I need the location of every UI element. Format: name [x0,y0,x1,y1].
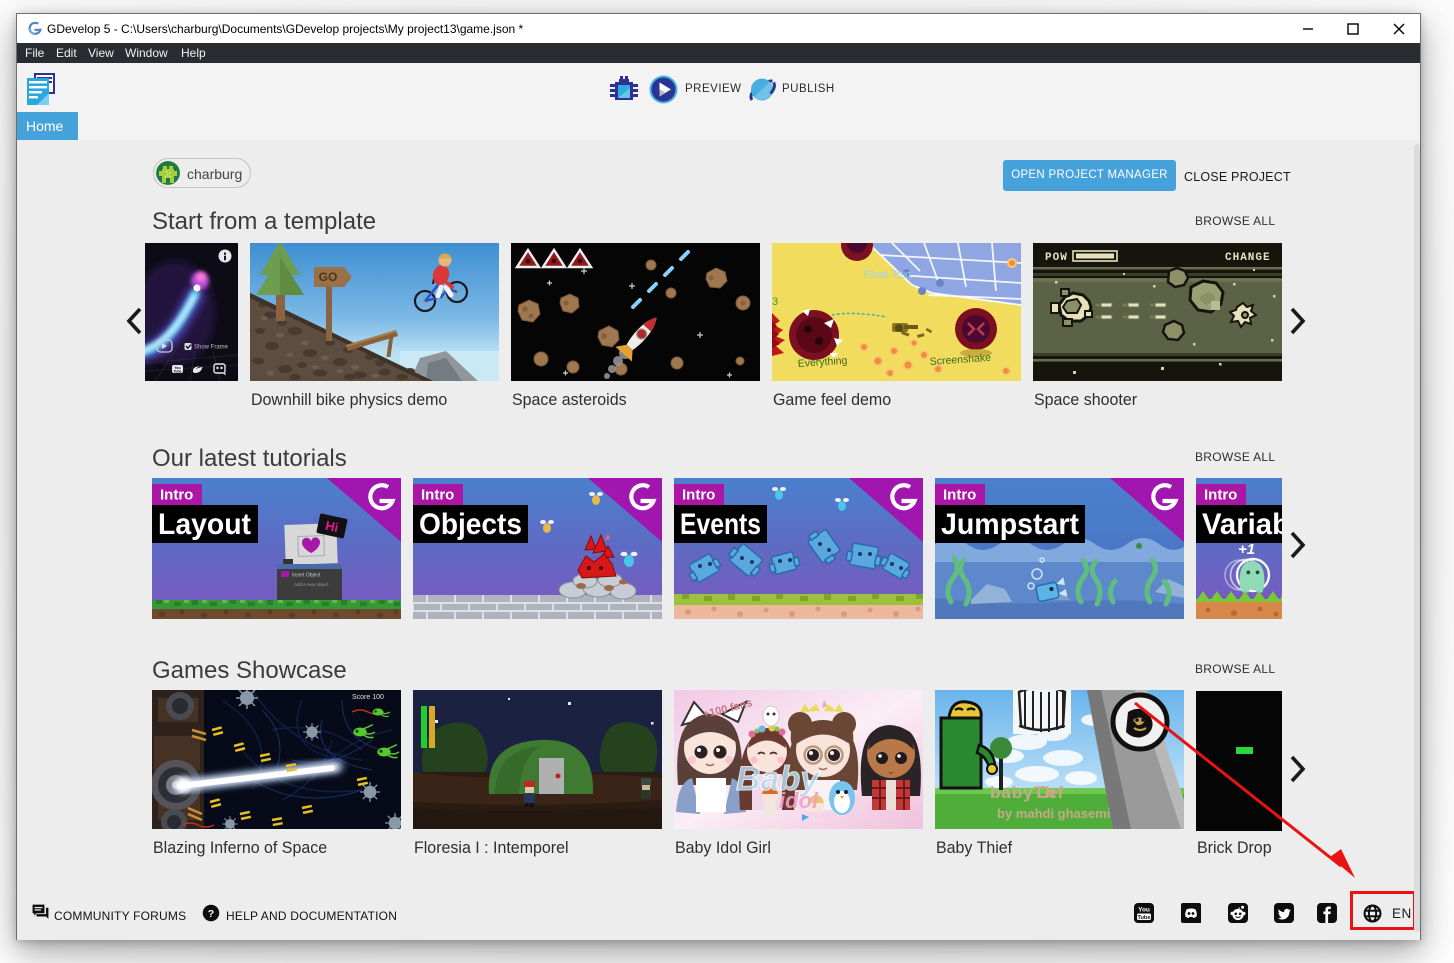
svg-text:babyTh: babyTh [990,783,1056,802]
svg-text:Intro: Intro [943,487,976,504]
svg-text:3: 3 [772,296,778,308]
svg-text:Intro: Intro [160,487,193,504]
svg-text:Tube: Tube [1138,915,1151,921]
svg-text:?: ? [208,908,214,920]
svg-text:Objects: Objects [419,508,522,541]
svg-text:Score 100: Score 100 [352,694,384,701]
svg-text:Intro: Intro [1204,487,1237,504]
svg-text:Jumpstart: Jumpstart [941,508,1079,541]
svg-text:Show Frame: Show Frame [194,345,229,351]
svg-text:You: You [1138,907,1150,914]
svg-text:Intro: Intro [682,487,715,504]
svg-text:CHANGE: CHANGE [1225,252,1271,264]
svg-text:Layout: Layout [158,508,251,541]
svg-text:Events: Events [680,508,761,541]
svg-text:GO: GO [319,270,338,284]
svg-text:Tube: Tube [174,370,182,374]
svg-text:Insert Object: Insert Object [292,573,321,579]
svg-text:by mahdi ghasemi: by mahdi ghasemi [997,806,1110,821]
svg-text:Add a new object: Add a new object [294,582,329,587]
svg-text:Intro: Intro [421,487,454,504]
svg-text:idol: idol [779,788,819,813]
svg-text:+1: +1 [1238,541,1255,558]
svg-text:POW: POW [1045,252,1068,264]
svg-text:Variab: Variab [1202,508,1282,541]
svg-text:Float Text: Float Text [864,269,912,281]
svg-text:ef: ef [1048,783,1063,802]
